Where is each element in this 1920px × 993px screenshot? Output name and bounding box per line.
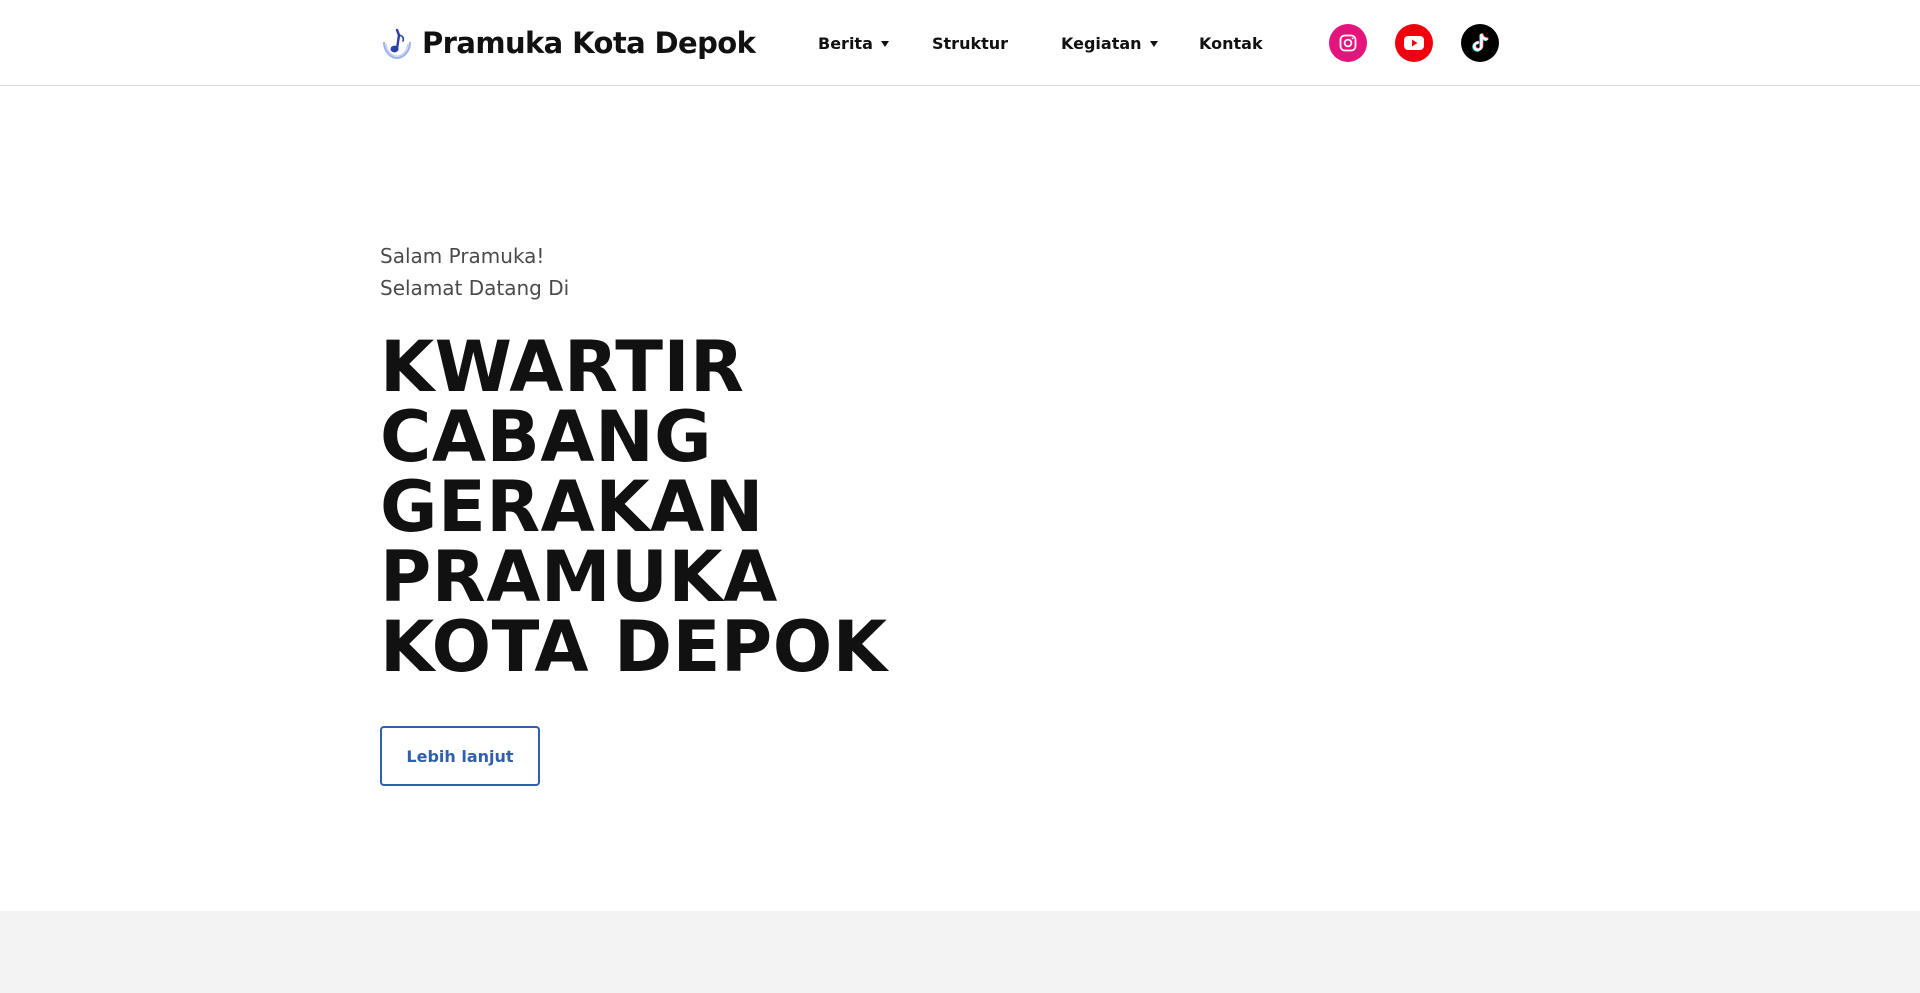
tiktok-link[interactable] [1461, 24, 1499, 62]
nav-item-label: Kegiatan [1061, 33, 1142, 53]
tiktok-icon [1472, 33, 1489, 52]
hero-title-line: KWARTIR [380, 326, 745, 408]
nav-item-label: Struktur [932, 33, 1009, 53]
youtube-icon [1404, 36, 1424, 50]
instagram-icon [1339, 34, 1357, 52]
scout-emblem-icon [383, 28, 411, 60]
instagram-link[interactable] [1329, 24, 1367, 62]
nav-item-label: Berita [818, 33, 873, 53]
site-header: Pramuka Kota Depok Berita Struktur Kegia… [0, 0, 1920, 86]
nav-item-kegiatan[interactable]: Kegiatan [1061, 30, 1158, 56]
hero-title-line: KOTA DEPOK [380, 606, 888, 688]
nav-item-berita[interactable]: Berita [818, 30, 889, 56]
caret-down-icon [880, 41, 889, 47]
hero-greeting-line1: Salam Pramuka! [380, 244, 545, 268]
nav-item-struktur[interactable]: Struktur [932, 30, 1008, 56]
hero-greeting-line2: Selamat Datang Di [380, 276, 570, 300]
hero-title-line: GERAKAN [380, 466, 764, 548]
nav-item-label: Kontak [1199, 33, 1263, 53]
brand-home-link[interactable]: Pramuka Kota Depok [380, 22, 756, 64]
more-info-button[interactable]: Lebih lanjut [380, 726, 540, 786]
caret-down-icon [1149, 41, 1158, 47]
next-section-band [0, 911, 1920, 993]
nav-item-kontak[interactable]: Kontak [1199, 30, 1263, 56]
youtube-link[interactable] [1395, 24, 1433, 62]
hero-title: KWARTIR CABANG GERAKAN PRAMUKA KOTA DEPO… [380, 332, 887, 682]
hero-title-line: PRAMUKA [380, 536, 778, 618]
brand-name: Pramuka Kota Depok [422, 26, 756, 60]
hero-title-line: CABANG [380, 396, 713, 478]
